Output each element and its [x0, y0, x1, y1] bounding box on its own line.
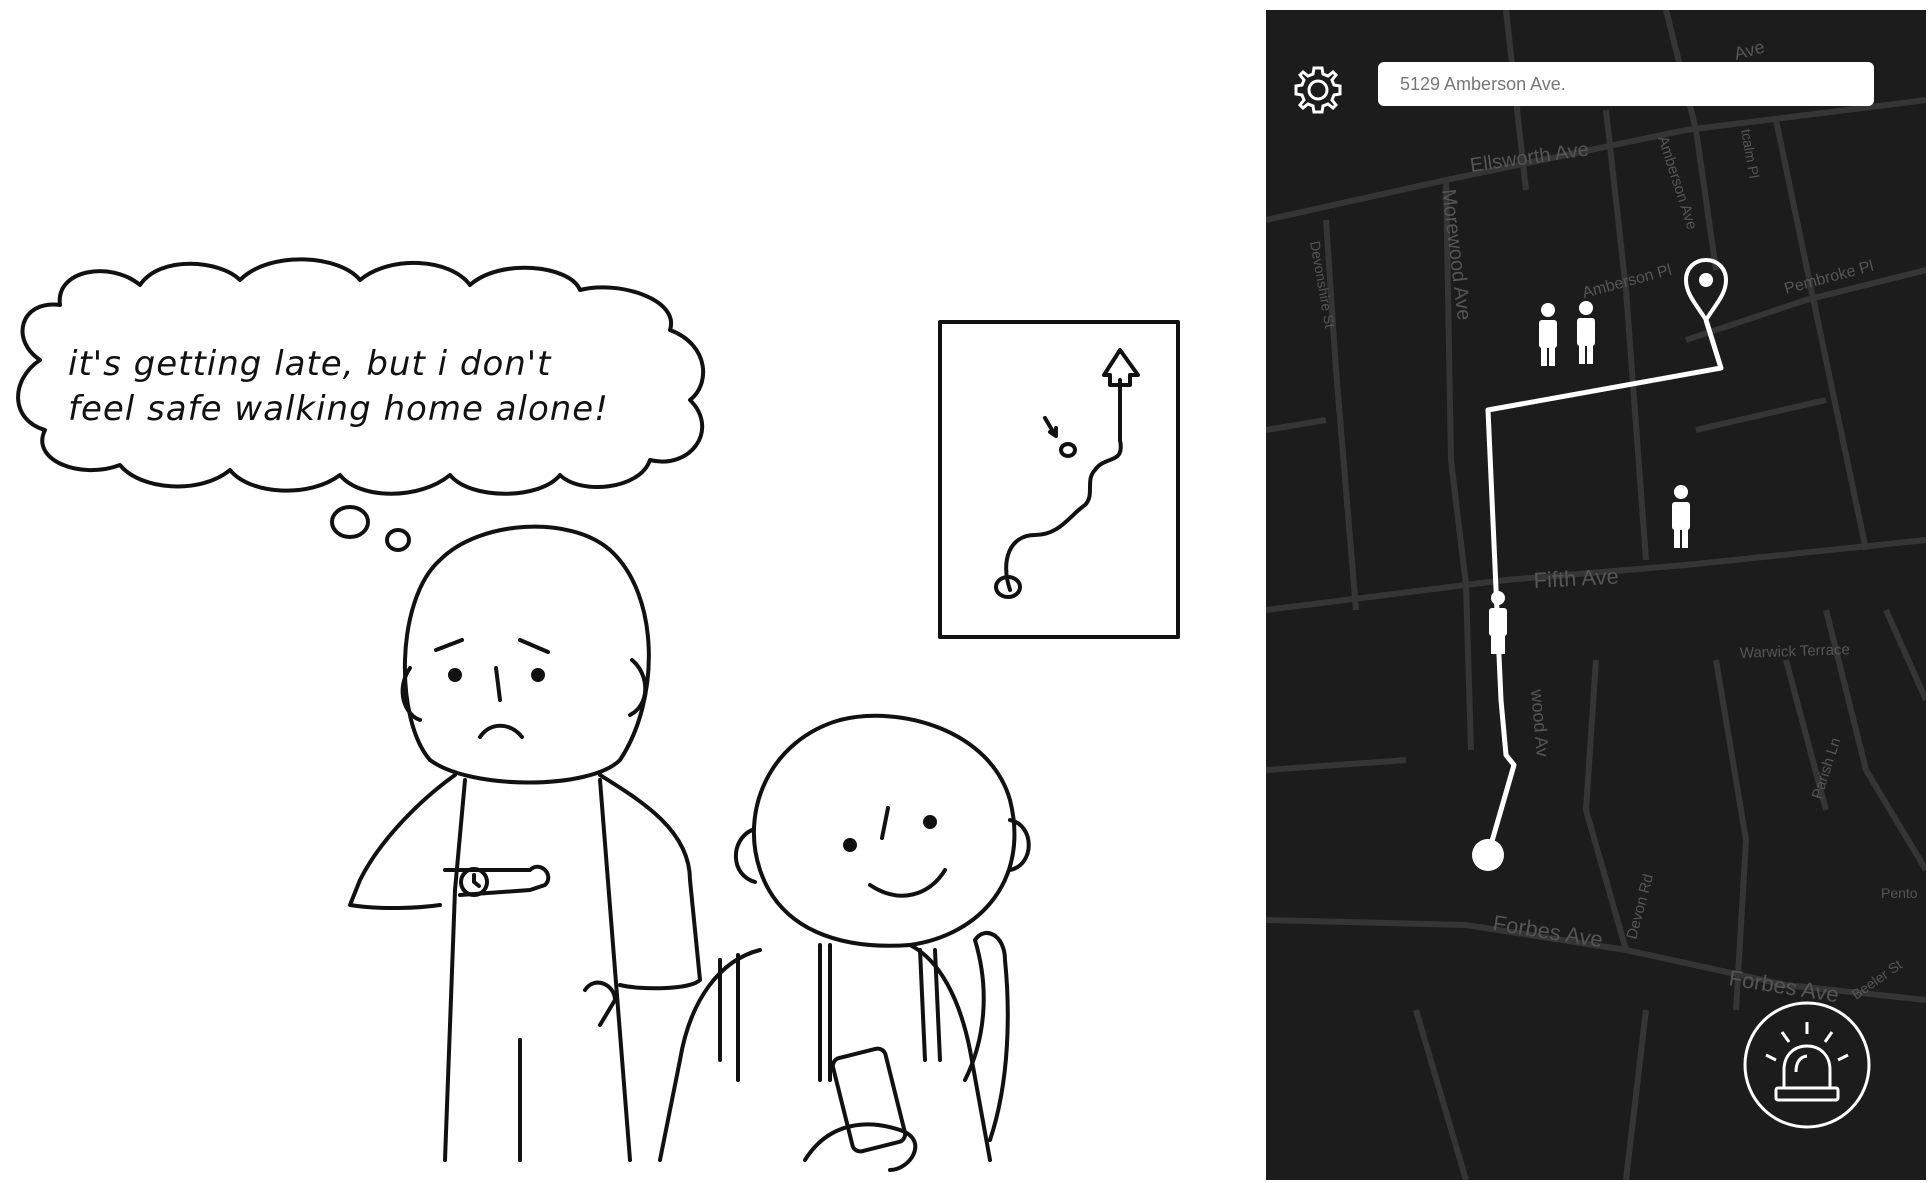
street-forbes-1: Forbes Ave — [1491, 910, 1604, 952]
street-amberson-ave: Amberson Ave — [1654, 134, 1700, 232]
thought-dot-large — [330, 505, 370, 539]
happy-person — [658, 713, 1031, 1172]
emergency-alert-button[interactable] — [1742, 1000, 1872, 1130]
storyboard-illustration: it's getting late, but i don't feel safe… — [16, 257, 1180, 1172]
person-icon[interactable] — [1672, 485, 1690, 548]
street-warwick: Warwick Terrace — [1740, 641, 1851, 662]
map-pin-icon[interactable] — [1683, 257, 1729, 324]
origin-dot — [1472, 839, 1504, 871]
thought-line-2: feel safe walking home alone! — [68, 389, 609, 429]
wall-map-poster — [938, 320, 1180, 639]
street-morewood-lower: wood Av — [1527, 688, 1553, 758]
worried-person — [348, 524, 702, 1162]
thought-dot-small — [385, 528, 411, 552]
street-top-ave: Ave — [1732, 37, 1767, 64]
street-morewood: Morewood Ave — [1437, 188, 1475, 322]
person-icon[interactable] — [1577, 301, 1595, 364]
person-icon[interactable] — [1539, 303, 1557, 366]
street-ellsworth: Ellsworth Ave — [1469, 139, 1591, 177]
street-pento: Pento — [1881, 885, 1918, 901]
destination-input[interactable]: 5129 Amberson Ave. — [1378, 62, 1874, 106]
street-tcalm: tcalm Pl — [1738, 128, 1762, 180]
thought-line-1: it's getting late, but i don't — [68, 344, 552, 384]
siren-icon — [1743, 1001, 1871, 1129]
settings-button[interactable] — [1290, 62, 1346, 118]
street-devon: Devon Rd — [1623, 872, 1657, 941]
safety-app-screen: Ellsworth Ave Morewood Ave Amberson Ave … — [1266, 10, 1926, 1180]
street-devonshire: Devonshire St — [1307, 240, 1338, 329]
street-fifth: Fifth Ave — [1533, 564, 1619, 593]
gear-icon — [1294, 66, 1342, 114]
